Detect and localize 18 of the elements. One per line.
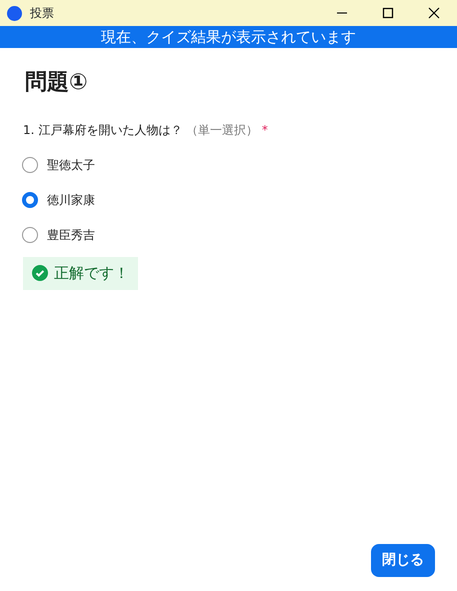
required-mark: * <box>262 123 268 137</box>
status-banner: 現在、クイズ結果が表示されています <box>0 26 457 48</box>
app-logo-icon <box>7 6 22 20</box>
close-dialog-button[interactable]: 閉じる <box>371 544 435 577</box>
radio-button[interactable] <box>22 157 38 173</box>
close-icon[interactable] <box>428 7 440 19</box>
question-heading: 問題① <box>25 69 89 97</box>
radio-button[interactable] <box>22 227 38 243</box>
window-title: 投票 <box>30 5 54 22</box>
check-icon <box>32 265 48 282</box>
option-label: 聖徳太子 <box>47 157 95 174</box>
result-message: 正解です！ <box>23 257 138 290</box>
radio-button[interactable] <box>22 192 38 208</box>
option-label: 豊臣秀吉 <box>47 227 95 244</box>
question-text: 1. 江戸幕府を開いた人物は？ <box>23 123 182 137</box>
option-label: 徳川家康 <box>47 192 95 209</box>
question-type: （単一選択） <box>186 123 258 137</box>
maximize-icon[interactable] <box>382 7 394 19</box>
